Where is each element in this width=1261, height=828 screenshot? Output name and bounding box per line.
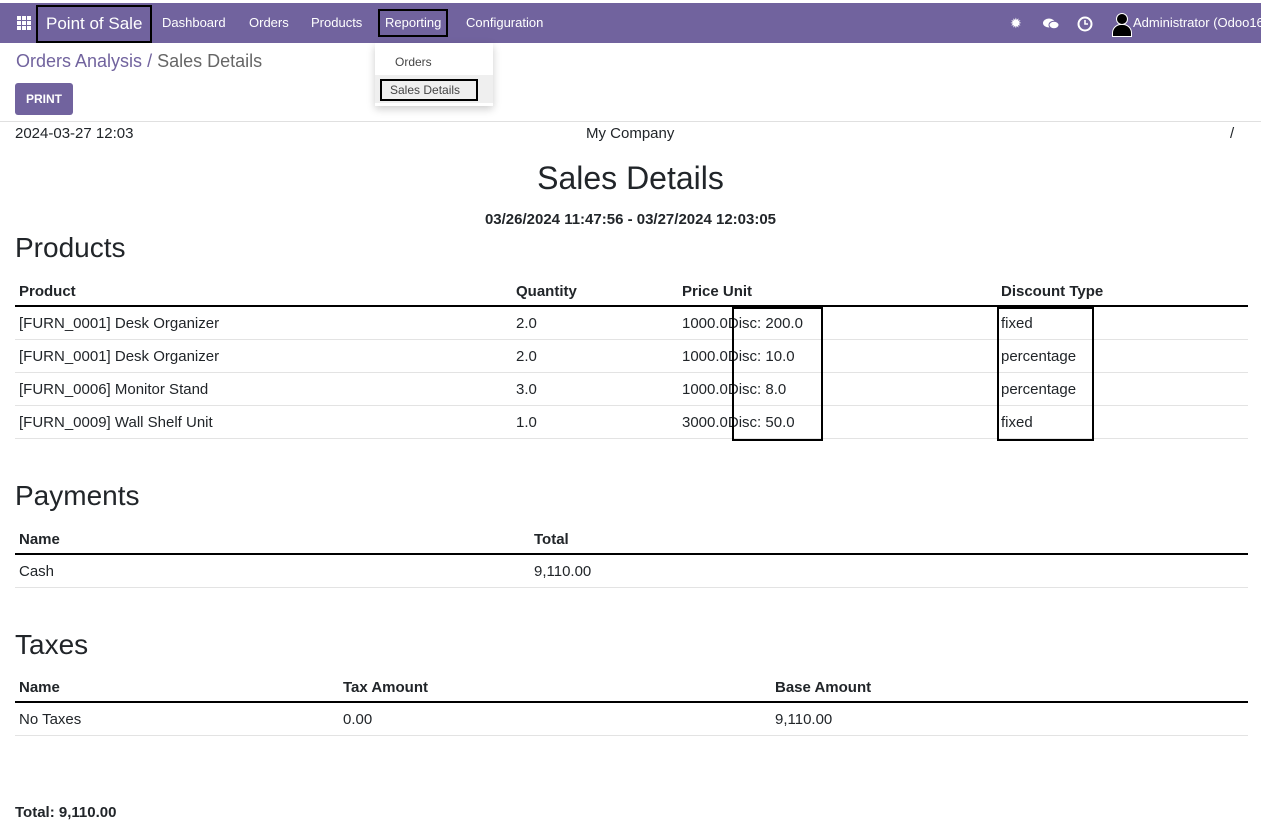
table-row: No Taxes 0.00 9,110.00 — [15, 702, 1248, 736]
apps-icon[interactable] — [17, 16, 31, 30]
col-discount-type: Discount Type — [997, 277, 1248, 307]
col-quantity: Quantity — [512, 277, 678, 307]
table-row: Cash 9,110.00 — [15, 554, 1248, 588]
discount-type-highlight-box — [997, 307, 1094, 441]
report-title: Sales Details — [537, 160, 724, 196]
col-tax-name: Name — [15, 673, 339, 703]
quantity-cell: 2.0 — [512, 306, 678, 340]
product-cell: [FURN_0001] Desk Organizer — [15, 306, 512, 340]
breadcrumb: Orders Analysis / Sales Details — [16, 51, 262, 72]
base-amount-cell: 9,110.00 — [771, 702, 1248, 736]
price-value: 1000.0 — [682, 380, 728, 398]
tax-name-cell: No Taxes — [15, 702, 339, 736]
dropdown-item-sales-details-label: Sales Details — [380, 79, 478, 101]
breadcrumb-separator: / — [147, 51, 153, 71]
menu-dashboard[interactable]: Dashboard — [162, 3, 226, 43]
menu-orders[interactable]: Orders — [249, 3, 289, 43]
discount-highlight-box — [732, 307, 823, 441]
products-heading: Products — [15, 232, 126, 263]
taxes-table: Name Tax Amount Base Amount No Taxes 0.0… — [15, 673, 1248, 736]
report-date: 2024-03-27 12:03 — [15, 125, 134, 142]
breadcrumb-parent[interactable]: Orders Analysis — [16, 51, 142, 71]
menu-products[interactable]: Products — [311, 3, 362, 43]
product-cell: [FURN_0009] Wall Shelf Unit — [15, 405, 512, 439]
col-base-amount: Base Amount — [771, 673, 1248, 703]
user-menu[interactable]: Administrator (Odoo16 — [1111, 3, 1261, 43]
reporting-dropdown: Orders Sales Details — [375, 43, 493, 106]
payment-name-cell: Cash — [15, 554, 530, 588]
payments-heading: Payments — [15, 480, 140, 511]
report-page-number: / — [1230, 125, 1235, 142]
print-button[interactable]: PRINT — [15, 83, 73, 115]
report-date-range: 03/26/2024 11:47:56 - 03/27/2024 12:03:0… — [484, 211, 777, 228]
quantity-cell: 2.0 — [512, 339, 678, 373]
col-tax-amount: Tax Amount — [339, 673, 771, 703]
price-cell: 1000.0Disc: 200.0 — [678, 306, 997, 340]
tax-amount-cell: 0.00 — [339, 702, 771, 736]
price-cell: 3000.0Disc: 50.0 — [678, 405, 997, 439]
report-company: My Company — [586, 125, 675, 142]
breadcrumb-current: Sales Details — [157, 51, 263, 71]
chat-icon[interactable] — [1042, 3, 1060, 43]
payment-total-cell: 9,110.00 — [530, 554, 1248, 588]
price-cell: 1000.0Disc: 8.0 — [678, 372, 997, 406]
report-total: Total: 9,110.00 — [15, 804, 117, 821]
price-value: 3000.0 — [682, 413, 728, 431]
col-total: Total — [530, 525, 1248, 555]
payments-table: Name Total Cash 9,110.00 — [15, 525, 1248, 588]
dropdown-item-orders[interactable]: Orders — [395, 55, 432, 69]
quantity-cell: 3.0 — [512, 372, 678, 406]
product-cell: [FURN_0001] Desk Organizer — [15, 339, 512, 373]
control-panel-divider — [0, 121, 1261, 122]
price-value: 1000.0 — [682, 347, 728, 365]
top-navbar: Point of Sale Dashboard Orders Products … — [0, 3, 1261, 43]
clock-icon[interactable] — [1077, 3, 1093, 43]
price-value: 1000.0 — [682, 314, 728, 332]
app-brand[interactable]: Point of Sale — [36, 5, 153, 43]
bug-icon[interactable]: ✹ — [1010, 3, 1022, 43]
col-name: Name — [15, 525, 530, 555]
quantity-cell: 1.0 — [512, 405, 678, 439]
user-avatar-icon — [1111, 12, 1132, 37]
menu-reporting[interactable]: Reporting — [378, 9, 449, 37]
taxes-heading: Taxes — [15, 629, 89, 660]
product-cell: [FURN_0006] Monitor Stand — [15, 372, 512, 406]
dropdown-item-sales-details[interactable]: Sales Details — [375, 75, 493, 103]
menu-configuration[interactable]: Configuration — [466, 3, 543, 43]
user-name: Administrator (Odoo16 — [1133, 15, 1261, 30]
price-cell: 1000.0Disc: 10.0 — [678, 339, 997, 373]
col-price-unit: Price Unit — [678, 277, 997, 307]
col-product: Product — [15, 277, 512, 307]
